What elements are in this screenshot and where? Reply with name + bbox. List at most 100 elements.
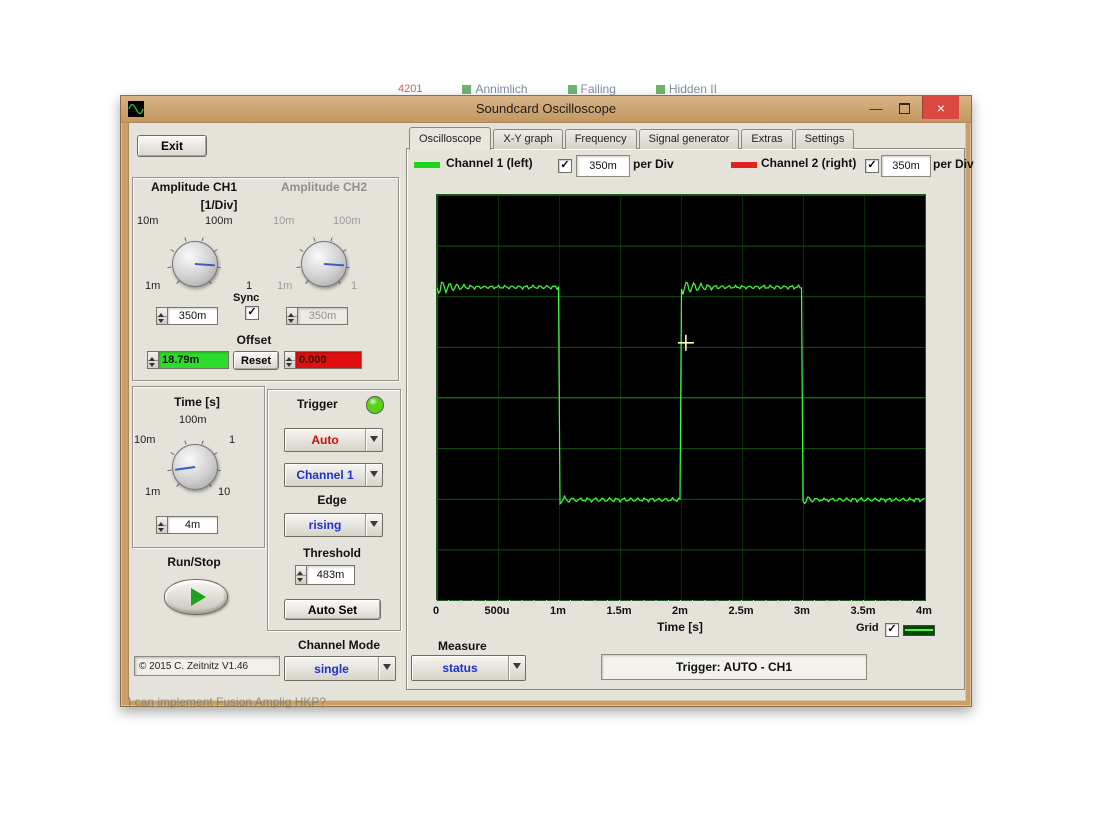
measure-dropdown[interactable]: status bbox=[411, 655, 526, 681]
ch1-amplitude-value[interactable]: 350m bbox=[167, 307, 218, 325]
knob-scale-label: 1 bbox=[246, 280, 252, 292]
x-axis-tick-label: 1.5m bbox=[599, 605, 639, 617]
close-button[interactable]: × bbox=[922, 96, 959, 119]
tab-extras[interactable]: Extras bbox=[741, 129, 792, 149]
trigger-channel-dropdown[interactable]: Channel 1 bbox=[284, 463, 383, 487]
exit-button[interactable]: Exit bbox=[137, 135, 207, 157]
trigger-led bbox=[366, 396, 384, 414]
trigger-edge-value: rising bbox=[285, 514, 365, 536]
x-axis-ticks bbox=[436, 600, 924, 604]
titlebar[interactable]: Soundcard Oscilloscope — × bbox=[121, 96, 971, 123]
x-axis-tick-label: 2.5m bbox=[721, 605, 761, 617]
background-text-bottom: I can implement Fusion Amplig HKP? bbox=[128, 695, 558, 708]
sync-checkbox[interactable] bbox=[245, 306, 259, 320]
spinner-arrows-icon[interactable] bbox=[147, 351, 158, 369]
channel-mode-dropdown[interactable]: single bbox=[284, 656, 396, 681]
maximize-icon bbox=[899, 103, 910, 114]
spinner-arrows-icon bbox=[286, 307, 297, 325]
ch2-offset-spinner[interactable]: 0.000 bbox=[284, 351, 362, 369]
time-value[interactable]: 4m bbox=[167, 516, 218, 534]
scope-display[interactable] bbox=[436, 194, 926, 601]
play-icon bbox=[191, 588, 206, 606]
ch2-amplitude-value: 350m bbox=[297, 307, 348, 325]
sync-label: Sync bbox=[233, 292, 259, 304]
time-spinner[interactable]: 4m bbox=[156, 516, 218, 534]
ch2-color-swatch bbox=[731, 162, 757, 168]
ch1-offset-value[interactable]: 18.79m bbox=[158, 351, 229, 369]
x-axis-tick-label: 500u bbox=[477, 605, 517, 617]
artifact-number: 4201 bbox=[398, 83, 422, 95]
trigger-edge-dropdown[interactable]: rising bbox=[284, 513, 383, 537]
time-title: Time [s] bbox=[147, 395, 247, 409]
spinner-arrows-icon[interactable] bbox=[156, 307, 167, 325]
trigger-mode-dropdown[interactable]: Auto bbox=[284, 428, 383, 452]
grid-checkbox[interactable] bbox=[885, 623, 899, 637]
knob-scale-label: 1m bbox=[145, 280, 160, 292]
spinner-arrows-icon[interactable] bbox=[295, 565, 306, 585]
scope-canvas bbox=[437, 195, 925, 600]
ch1-color-swatch bbox=[414, 162, 440, 168]
tab-oscilloscope[interactable]: Oscilloscope bbox=[409, 127, 491, 150]
x-axis-tick-labels: 0500u1m1.5m2m2.5m3m3.5m4m bbox=[436, 605, 924, 618]
trigger-status-bar: Trigger: AUTO - CH1 bbox=[601, 654, 867, 680]
tab-x-y-graph[interactable]: X-Y graph bbox=[493, 129, 562, 149]
spinner-arrows-icon[interactable] bbox=[284, 351, 295, 369]
ch1-amplitude-spinner[interactable]: 350m bbox=[156, 307, 218, 325]
knob-scale-label: 1m bbox=[277, 280, 292, 292]
x-axis-tick-label: 4m bbox=[904, 605, 944, 617]
amplitude-ch1-title: Amplitude CH1 bbox=[151, 180, 237, 194]
artifact-item: Failing bbox=[568, 83, 616, 95]
tab-frequency[interactable]: Frequency bbox=[565, 129, 637, 149]
ch2-perdiv-label: per Div bbox=[933, 157, 974, 171]
x-axis-title: Time [s] bbox=[616, 620, 744, 634]
ch2-perdiv-value[interactable]: 350m bbox=[881, 155, 931, 177]
ch2-amplitude-knob[interactable] bbox=[301, 241, 347, 287]
knob-scale-label: 100m bbox=[205, 215, 233, 227]
trigger-title: Trigger bbox=[297, 397, 338, 411]
green-square-icon bbox=[656, 85, 665, 94]
trigger-mode-value: Auto bbox=[285, 429, 365, 451]
offset-reset-button[interactable]: Reset bbox=[233, 351, 279, 370]
background-text-top: 4201 Annimlich Failing Hidden II bbox=[398, 83, 788, 95]
ch2-enable-checkbox[interactable] bbox=[865, 159, 879, 173]
auto-set-button[interactable]: Auto Set bbox=[284, 599, 381, 620]
knob-scale-label: 10m bbox=[137, 215, 158, 227]
app-window: Soundcard Oscilloscope — × Exit Amplitud… bbox=[120, 95, 972, 707]
x-axis-tick-label: 2m bbox=[660, 605, 700, 617]
knob-scale-label: 100m bbox=[179, 414, 207, 426]
artifact-item: Hidden II bbox=[656, 83, 717, 95]
grid-line-sample bbox=[905, 629, 933, 631]
x-axis-tick-label: 0 bbox=[416, 605, 456, 617]
knob-needle bbox=[175, 466, 195, 471]
spinner-arrows-icon[interactable] bbox=[156, 516, 167, 534]
chevron-down-icon bbox=[365, 429, 382, 451]
run-stop-label: Run/Stop bbox=[151, 555, 237, 569]
ch1-amplitude-knob[interactable] bbox=[172, 241, 218, 287]
knob-scale-label: 10m bbox=[134, 434, 155, 446]
knob-scale-label: 10m bbox=[273, 215, 294, 227]
artifact-item: Annimlich bbox=[462, 83, 527, 95]
x-axis-tick-label: 1m bbox=[538, 605, 578, 617]
threshold-value[interactable]: 483m bbox=[306, 565, 355, 585]
tab-bar: OscilloscopeX-Y graphFrequencySignal gen… bbox=[409, 127, 856, 149]
knob-needle bbox=[324, 263, 344, 266]
tab-settings[interactable]: Settings bbox=[795, 129, 855, 149]
ch2-offset-value[interactable]: 0.000 bbox=[295, 351, 362, 369]
grid-label: Grid bbox=[856, 622, 879, 634]
knob-scale-label: 1 bbox=[351, 280, 357, 292]
run-stop-button[interactable] bbox=[164, 579, 228, 615]
channel-mode-label: Channel Mode bbox=[287, 638, 391, 652]
time-knob[interactable] bbox=[172, 444, 218, 490]
maximize-button[interactable] bbox=[893, 99, 915, 117]
edge-label: Edge bbox=[299, 493, 365, 507]
grid-color-swatch bbox=[903, 625, 935, 636]
tab-signal-generator[interactable]: Signal generator bbox=[639, 129, 740, 149]
threshold-label: Threshold bbox=[289, 546, 375, 560]
ch1-offset-spinner[interactable]: 18.79m bbox=[147, 351, 229, 369]
ch1-perdiv-value[interactable]: 350m bbox=[576, 155, 630, 177]
ch1-enable-checkbox[interactable] bbox=[558, 159, 572, 173]
threshold-spinner[interactable]: 483m bbox=[295, 565, 355, 585]
knob-scale-label: 100m bbox=[333, 215, 361, 227]
minimize-button[interactable]: — bbox=[865, 99, 887, 117]
knob-scale-label: 1m bbox=[145, 486, 160, 498]
